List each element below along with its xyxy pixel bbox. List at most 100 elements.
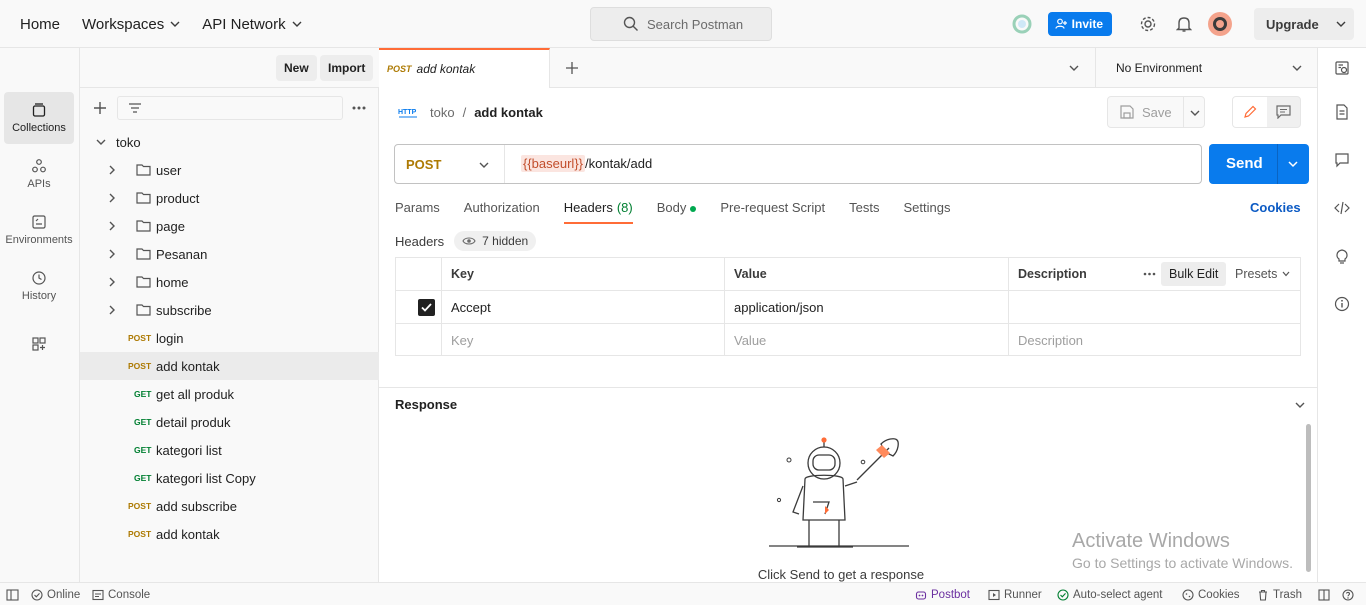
sync-status-icon[interactable] bbox=[1008, 10, 1036, 38]
tab-headers[interactable]: Headers (8) bbox=[563, 196, 633, 224]
presets-dropdown[interactable]: Presets bbox=[1235, 262, 1290, 286]
breadcrumb-collection[interactable]: toko bbox=[430, 105, 455, 120]
new-key-input[interactable]: Key bbox=[441, 324, 724, 356]
code-snippet-icon[interactable] bbox=[1332, 198, 1352, 218]
request-row[interactable]: GET get all produk bbox=[80, 380, 379, 408]
nav-home[interactable]: Home bbox=[20, 16, 60, 33]
chevron-down-icon[interactable] bbox=[1190, 109, 1200, 117]
method-badge: GET bbox=[134, 473, 152, 483]
help-icon[interactable] bbox=[1342, 583, 1358, 605]
nav-workspaces[interactable]: Workspaces bbox=[82, 16, 180, 33]
console-button[interactable]: Console bbox=[92, 583, 150, 605]
tab-settings[interactable]: Settings bbox=[903, 196, 950, 224]
top-right-controls: Invite Upgrade bbox=[1004, 0, 1354, 48]
collection-name: toko bbox=[116, 134, 141, 150]
more-options-icon[interactable] bbox=[352, 106, 366, 110]
search-input[interactable]: Search Postman bbox=[590, 7, 772, 41]
bulk-edit-button[interactable]: Bulk Edit bbox=[1161, 262, 1227, 286]
filter-input[interactable] bbox=[117, 96, 343, 120]
folder-row[interactable]: page bbox=[80, 212, 379, 240]
tab-authorization[interactable]: Authorization bbox=[464, 196, 540, 224]
settings-gear-icon[interactable] bbox=[1134, 10, 1162, 38]
rail-label: History bbox=[21, 290, 57, 302]
tab-tests[interactable]: Tests bbox=[849, 196, 879, 224]
rail-item-configure[interactable] bbox=[4, 320, 74, 372]
request-row[interactable]: POST login bbox=[80, 324, 379, 352]
new-tab-plus-icon[interactable] bbox=[565, 61, 579, 75]
header-enabled-checkbox[interactable] bbox=[418, 299, 435, 316]
hidden-headers-label: 7 hidden bbox=[482, 234, 529, 248]
right-context-rail bbox=[1317, 48, 1366, 582]
request-row-selected[interactable]: POST add kontak bbox=[80, 352, 379, 380]
new-value-input[interactable]: Value bbox=[724, 324, 1008, 356]
comments-icon[interactable] bbox=[1332, 150, 1352, 170]
folder-row[interactable]: product bbox=[80, 184, 379, 212]
more-options-icon[interactable] bbox=[1143, 272, 1156, 276]
layout-toggle-icon[interactable] bbox=[1318, 583, 1334, 605]
http-request-icon: HTTP bbox=[398, 109, 417, 118]
request-row[interactable]: POST add subscribe bbox=[80, 492, 379, 520]
rail-item-collections[interactable]: Collections bbox=[4, 92, 74, 144]
cookies-button[interactable]: Cookies bbox=[1182, 583, 1240, 605]
method-badge: GET bbox=[134, 445, 152, 455]
tab-params[interactable]: Params bbox=[395, 196, 440, 224]
chevron-down-icon[interactable] bbox=[1288, 160, 1298, 168]
runner-button[interactable]: Runner bbox=[988, 583, 1042, 605]
header-value-cell[interactable]: application/json bbox=[724, 291, 1008, 323]
comment-mode-icon[interactable] bbox=[1276, 105, 1291, 119]
environment-selector[interactable]: No Environment bbox=[1095, 48, 1317, 88]
breadcrumb-request-name[interactable]: add kontak bbox=[474, 105, 543, 120]
collection-row[interactable]: toko bbox=[80, 128, 379, 156]
notifications-bell-icon[interactable] bbox=[1170, 10, 1198, 38]
new-description-input[interactable]: Description bbox=[1008, 324, 1300, 356]
cookies-link[interactable]: Cookies bbox=[1250, 200, 1301, 215]
auto-select-agent-button[interactable]: Auto-select agent bbox=[1057, 583, 1163, 605]
request-row[interactable]: GET detail produk bbox=[80, 408, 379, 436]
request-row[interactable]: GET kategori list Copy bbox=[80, 464, 379, 492]
tab-prerequest-script[interactable]: Pre-request Script bbox=[720, 196, 825, 224]
view-mode-toggle[interactable] bbox=[1232, 96, 1301, 128]
chevron-right-icon bbox=[109, 221, 115, 231]
tab-body[interactable]: Body bbox=[657, 196, 697, 224]
tabs-dropdown-chevron-icon[interactable] bbox=[1069, 64, 1079, 72]
method-select[interactable]: POST bbox=[395, 145, 505, 183]
invite-button[interactable]: Invite bbox=[1047, 12, 1112, 36]
toggle-sidebar-icon[interactable] bbox=[6, 583, 23, 605]
folder-row[interactable]: user bbox=[80, 156, 379, 184]
save-button[interactable]: Save bbox=[1107, 96, 1205, 128]
url-input[interactable]: {{baseurl}}/kontak/add bbox=[521, 155, 652, 172]
header-description-cell[interactable] bbox=[1008, 291, 1300, 323]
rail-item-history[interactable]: History bbox=[4, 260, 74, 312]
info-icon[interactable] bbox=[1332, 294, 1352, 314]
folder-row[interactable]: home bbox=[80, 268, 379, 296]
method-badge: POST bbox=[128, 529, 152, 539]
documentation-icon[interactable] bbox=[1332, 102, 1352, 122]
new-button[interactable]: New bbox=[276, 55, 317, 81]
lightbulb-icon[interactable] bbox=[1332, 246, 1352, 266]
plus-icon[interactable] bbox=[93, 101, 107, 115]
online-status[interactable]: Online bbox=[31, 583, 80, 605]
import-button[interactable]: Import bbox=[320, 55, 374, 81]
upgrade-button[interactable]: Upgrade bbox=[1254, 8, 1354, 40]
trash-button[interactable]: Trash bbox=[1257, 583, 1302, 605]
nav-api-network[interactable]: API Network bbox=[202, 16, 302, 33]
folder-row[interactable]: Pesanan bbox=[80, 240, 379, 268]
rail-item-environments[interactable]: Environments bbox=[4, 204, 74, 256]
avatar[interactable] bbox=[1206, 10, 1234, 38]
send-button[interactable]: Send bbox=[1209, 144, 1309, 184]
chevron-down-icon[interactable] bbox=[1295, 401, 1305, 409]
response-scrollbar[interactable] bbox=[1306, 424, 1311, 572]
edit-mode-button[interactable] bbox=[1233, 97, 1267, 127]
hidden-headers-toggle[interactable]: 7 hidden bbox=[454, 231, 537, 251]
postbot-button[interactable]: Postbot bbox=[915, 583, 970, 605]
folder-row[interactable]: subscribe bbox=[80, 296, 379, 324]
request-row[interactable]: GET kategori list bbox=[80, 436, 379, 464]
tab-add-kontak[interactable]: POST add kontak bbox=[379, 48, 550, 88]
rail-item-apis[interactable]: APIs bbox=[4, 148, 74, 200]
header-key-cell[interactable]: Accept bbox=[441, 291, 724, 323]
environment-quick-look-icon[interactable] bbox=[1332, 58, 1352, 78]
request-row[interactable]: POST add kontak bbox=[80, 520, 379, 548]
chevron-down-icon bbox=[170, 21, 180, 27]
cookies-label: Cookies bbox=[1198, 588, 1240, 601]
column-header-key: Key bbox=[441, 258, 724, 290]
